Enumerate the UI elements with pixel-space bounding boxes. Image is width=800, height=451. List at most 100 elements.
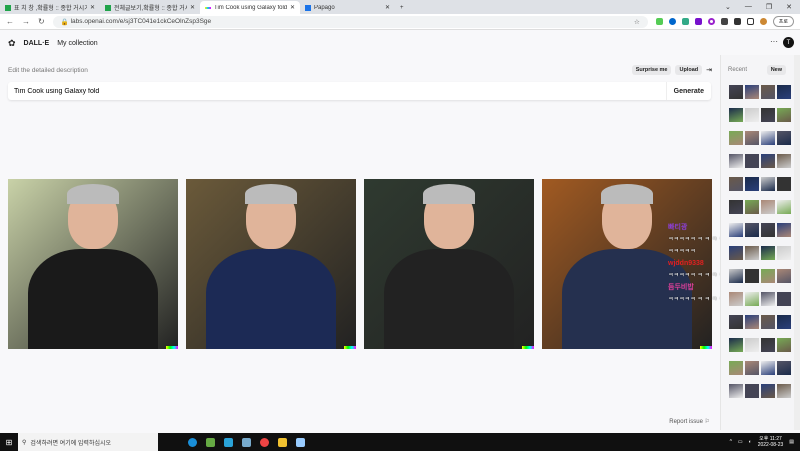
- recent-thumbnail[interactable]: [745, 246, 759, 260]
- browser-tab[interactable]: 표 치 창 ,확률형 :: 종합 거시기 ✕: [0, 1, 100, 14]
- recent-thumbnail[interactable]: [761, 223, 775, 237]
- recent-thumbnail[interactable]: [745, 108, 759, 122]
- generated-image[interactable]: [186, 179, 356, 349]
- forward-icon[interactable]: →: [22, 17, 30, 26]
- recent-thumbnail[interactable]: [745, 177, 759, 191]
- puzzle-icon[interactable]: [733, 18, 741, 25]
- clock[interactable]: 오후 11:27 2022-08-23: [758, 436, 784, 448]
- notification-icon[interactable]: ▤: [789, 439, 794, 445]
- recent-thumbnail[interactable]: [729, 315, 743, 329]
- openai-logo-icon[interactable]: ✿: [8, 38, 16, 49]
- recent-thumbnail[interactable]: [761, 154, 775, 168]
- recent-thumbnail[interactable]: [745, 131, 759, 145]
- recent-thumbnail[interactable]: [745, 384, 759, 398]
- recent-thumbnail[interactable]: [729, 223, 743, 237]
- recent-thumbnail[interactable]: [761, 177, 775, 191]
- reload-icon[interactable]: ↻: [38, 17, 45, 26]
- more-icon[interactable]: ···: [770, 37, 778, 46]
- close-window-icon[interactable]: ✕: [786, 3, 792, 11]
- brand[interactable]: DALL·E: [24, 40, 50, 47]
- star-icon[interactable]: ☆: [634, 18, 640, 26]
- recent-thumbnail[interactable]: [745, 154, 759, 168]
- back-icon[interactable]: ←: [6, 17, 14, 26]
- recent-thumbnail[interactable]: [761, 246, 775, 260]
- recent-thumbnail[interactable]: [777, 85, 791, 99]
- browser-tab[interactable]: 전체글보기,확률형 :: 종합 거시기✕: [100, 1, 200, 14]
- recent-thumbnail[interactable]: [777, 269, 791, 283]
- recent-thumbnail[interactable]: [729, 361, 743, 375]
- paint-icon[interactable]: [296, 437, 305, 447]
- restore-icon[interactable]: ❐: [766, 3, 772, 11]
- recent-thumbnail[interactable]: [777, 338, 791, 352]
- chevron-down-icon[interactable]: ⌄: [725, 3, 731, 11]
- url-input[interactable]: 🔒 labs.openai.com/e/sj3TC041e1ckCeOlnZsp…: [52, 15, 648, 28]
- recent-thumbnail[interactable]: [777, 200, 791, 214]
- recent-thumbnail[interactable]: [761, 292, 775, 306]
- recent-thumbnail[interactable]: [729, 292, 743, 306]
- recent-thumbnail[interactable]: [761, 200, 775, 214]
- extension-icon[interactable]: [668, 18, 676, 25]
- recent-thumbnail[interactable]: [761, 108, 775, 122]
- recent-thumbnail[interactable]: [761, 315, 775, 329]
- recent-thumbnail[interactable]: [729, 246, 743, 260]
- minimize-icon[interactable]: —: [745, 3, 752, 11]
- recent-thumbnail[interactable]: [729, 108, 743, 122]
- extension-icon[interactable]: [681, 18, 689, 25]
- profile-button[interactable]: 프로: [772, 16, 794, 27]
- close-icon[interactable]: ✕: [90, 4, 95, 11]
- avatar[interactable]: T: [783, 37, 794, 48]
- generated-image[interactable]: [364, 179, 534, 349]
- extension-icon[interactable]: [707, 18, 715, 25]
- chrome-icon[interactable]: [260, 437, 269, 447]
- recent-thumbnail[interactable]: [745, 361, 759, 375]
- recent-thumbnail[interactable]: [761, 361, 775, 375]
- surprise-me-button[interactable]: Surprise me: [631, 65, 672, 75]
- recent-thumbnail[interactable]: [761, 338, 775, 352]
- recent-thumbnail[interactable]: [729, 85, 743, 99]
- recent-thumbnail[interactable]: [745, 85, 759, 99]
- upload-button[interactable]: Upload: [675, 65, 703, 75]
- extension-icon[interactable]: [694, 18, 702, 25]
- recent-thumbnail[interactable]: [729, 338, 743, 352]
- tray-chevron-icon[interactable]: ^: [730, 439, 732, 445]
- recent-thumbnail[interactable]: [761, 269, 775, 283]
- close-icon[interactable]: ✕: [290, 4, 295, 11]
- generated-image[interactable]: [8, 179, 178, 349]
- recent-thumbnail[interactable]: [777, 246, 791, 260]
- recent-thumbnail[interactable]: [729, 131, 743, 145]
- recent-thumbnail[interactable]: [777, 384, 791, 398]
- recent-thumbnail[interactable]: [729, 154, 743, 168]
- extension-icon[interactable]: [720, 18, 728, 25]
- prompt-input[interactable]: [8, 87, 666, 95]
- profile-avatar[interactable]: [759, 18, 767, 25]
- taskbar-search[interactable]: ⚲ 검색하려면 여기에 입력하십시오: [18, 433, 158, 451]
- recent-thumbnail[interactable]: [761, 384, 775, 398]
- recent-thumbnail[interactable]: [777, 131, 791, 145]
- browser-tab[interactable]: Papago ✕: [300, 1, 395, 14]
- edge-icon[interactable]: [188, 437, 197, 447]
- recent-thumbnail[interactable]: [777, 154, 791, 168]
- recent-thumbnail[interactable]: [745, 200, 759, 214]
- app-icon[interactable]: [224, 437, 233, 447]
- recent-thumbnail[interactable]: [777, 108, 791, 122]
- recent-thumbnail[interactable]: [729, 384, 743, 398]
- recent-thumbnail[interactable]: [777, 292, 791, 306]
- app-icon[interactable]: [242, 437, 251, 447]
- generate-button[interactable]: Generate: [665, 82, 711, 100]
- recent-thumbnail[interactable]: [777, 223, 791, 237]
- close-icon[interactable]: ✕: [190, 4, 195, 11]
- network-icon[interactable]: ▭: [738, 439, 743, 445]
- recent-thumbnail[interactable]: [761, 131, 775, 145]
- report-issue-link[interactable]: Report issue ⚐: [669, 418, 710, 425]
- recent-thumbnail[interactable]: [729, 200, 743, 214]
- recent-thumbnail[interactable]: [777, 315, 791, 329]
- volume-icon[interactable]: ◐: [749, 439, 752, 445]
- my-collection-link[interactable]: My collection: [57, 40, 97, 47]
- recent-thumbnail[interactable]: [729, 177, 743, 191]
- extension-icon[interactable]: [655, 18, 663, 25]
- collapse-sidebar-icon[interactable]: ⇥: [706, 66, 712, 74]
- sidepanel-icon[interactable]: [746, 18, 754, 25]
- scrollbar[interactable]: [794, 55, 800, 430]
- browser-tab-active[interactable]: Tim Cook using Galaxy fold | DALL·E✕: [200, 1, 300, 14]
- recent-thumbnail[interactable]: [745, 315, 759, 329]
